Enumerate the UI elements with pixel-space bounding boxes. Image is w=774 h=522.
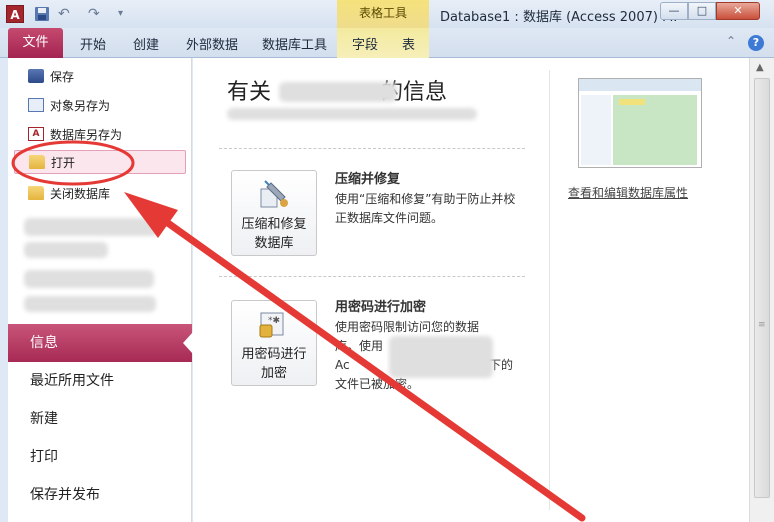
encrypt-password-button[interactable]: *✱ 用密码进行 加密 (231, 300, 317, 386)
divider (219, 148, 525, 149)
tab-fields[interactable]: 字段 (352, 34, 378, 53)
database-save-as-icon: A (28, 127, 44, 141)
customize-quick-access-icon[interactable]: ▾ (118, 5, 132, 23)
save-as-icon (28, 98, 44, 112)
encrypt-label-2: 加密 (260, 366, 287, 381)
compact-repair-icon (257, 179, 291, 211)
open-folder-icon (29, 155, 45, 169)
context-tab-band (337, 28, 429, 58)
compact-repair-heading: 压缩并修复 (335, 172, 401, 187)
database-thumbnail (578, 78, 702, 168)
nav-info[interactable]: 信息 (8, 324, 193, 362)
save-database-as-command[interactable]: A 数据库另存为 (14, 122, 186, 146)
redacted-text (389, 336, 493, 378)
scroll-grip-icon: ≡ (758, 320, 766, 330)
redacted-recent-item (24, 296, 156, 312)
tab-external-data[interactable]: 外部数据 (186, 34, 238, 53)
encrypt-label-1: 用密码进行 (241, 347, 307, 362)
quick-save-icon[interactable] (34, 5, 50, 23)
tab-home[interactable]: 开始 (80, 34, 106, 53)
compact-repair-description: 使用“压缩和修复”有助于防止并校正数据库文件问题。 (335, 192, 516, 225)
save-object-as-label: 对象另存为 (50, 98, 111, 113)
compact-repair-label-1: 压缩和修复 (241, 217, 307, 232)
collapse-ribbon-icon[interactable]: ⌃ (726, 34, 736, 48)
scroll-up-icon[interactable]: ▲ (756, 62, 764, 73)
open-command[interactable]: 打开 (14, 150, 186, 174)
save-object-as-command[interactable]: 对象另存为 (14, 93, 186, 117)
nav-save-publish[interactable]: 保存并发布 (8, 476, 192, 514)
close-window-button[interactable]: ✕ (716, 2, 760, 20)
scroll-thumb[interactable] (754, 78, 770, 498)
ribbon-tab-bar: 文件 开始 创建 外部数据 数据库工具 字段 表 ⌃ ? (0, 28, 774, 58)
divider (219, 276, 525, 277)
column-divider (549, 70, 550, 510)
close-database-command[interactable]: 关闭数据库 (14, 181, 186, 205)
nav-print[interactable]: 打印 (8, 438, 192, 476)
database-properties-link[interactable]: 查看和编辑数据库属性 (568, 184, 688, 201)
encrypt-description-1: 使用密码限制访问您的数据 (335, 320, 480, 334)
table-tools-context-header: 表格工具 (337, 0, 429, 28)
redacted-db-path (227, 108, 477, 120)
open-command-label: 打开 (51, 155, 76, 170)
save-command[interactable]: 保存 (14, 64, 186, 88)
save-icon (28, 69, 44, 83)
save-command-label: 保存 (50, 69, 75, 84)
info-pane: 有关 的信息 压缩和修复 数据库 压缩并修复 使用“压缩和修复”有助于防止并校正数… (193, 58, 749, 522)
encrypt-description-3a: Ac (335, 358, 350, 372)
vertical-scrollbar[interactable]: ▲ ≡ (749, 58, 774, 522)
maximize-button[interactable]: □ (688, 2, 716, 20)
close-folder-icon (28, 186, 44, 200)
tab-create[interactable]: 创建 (133, 34, 159, 53)
redo-icon[interactable]: ↷ (88, 5, 112, 23)
access-app-icon[interactable]: A (6, 5, 24, 23)
nav-recent[interactable]: 最近所用文件 (8, 362, 192, 400)
compact-repair-label-2: 数据库 (254, 236, 294, 251)
redacted-recent-item (24, 218, 160, 236)
backstage-nav: 保存 对象另存为 A 数据库另存为 打开 关闭数据库 信息 最近所用文件 新建 … (8, 58, 193, 522)
title-bar: A ↶ ↷ ▾ 表格工具 Database1 : 数据库 (Access 200… (0, 0, 774, 28)
tab-database-tools[interactable]: 数据库工具 (262, 34, 327, 53)
encrypt-lock-icon: *✱ (257, 309, 291, 341)
encrypt-heading: 用密码进行加密 (335, 300, 427, 315)
encrypt-description-3b: 下的 (489, 358, 514, 372)
nav-new[interactable]: 新建 (8, 400, 192, 438)
info-title-prefix: 有关 (227, 80, 272, 105)
redacted-recent-item (24, 270, 154, 288)
window-title: Database1 : 数据库 (Access 2007) M. (440, 10, 678, 25)
undo-icon[interactable]: ↶ (58, 5, 82, 23)
save-database-as-label: 数据库另存为 (50, 127, 123, 142)
compact-repair-button[interactable]: 压缩和修复 数据库 (231, 170, 317, 256)
redacted-db-name (279, 82, 397, 102)
tab-file[interactable]: 文件 (8, 28, 63, 58)
redacted-recent-item (24, 242, 108, 258)
close-database-label: 关闭数据库 (50, 186, 111, 201)
minimize-button[interactable]: — (660, 2, 688, 20)
tab-table[interactable]: 表 (402, 34, 415, 53)
help-icon[interactable]: ? (748, 35, 764, 51)
